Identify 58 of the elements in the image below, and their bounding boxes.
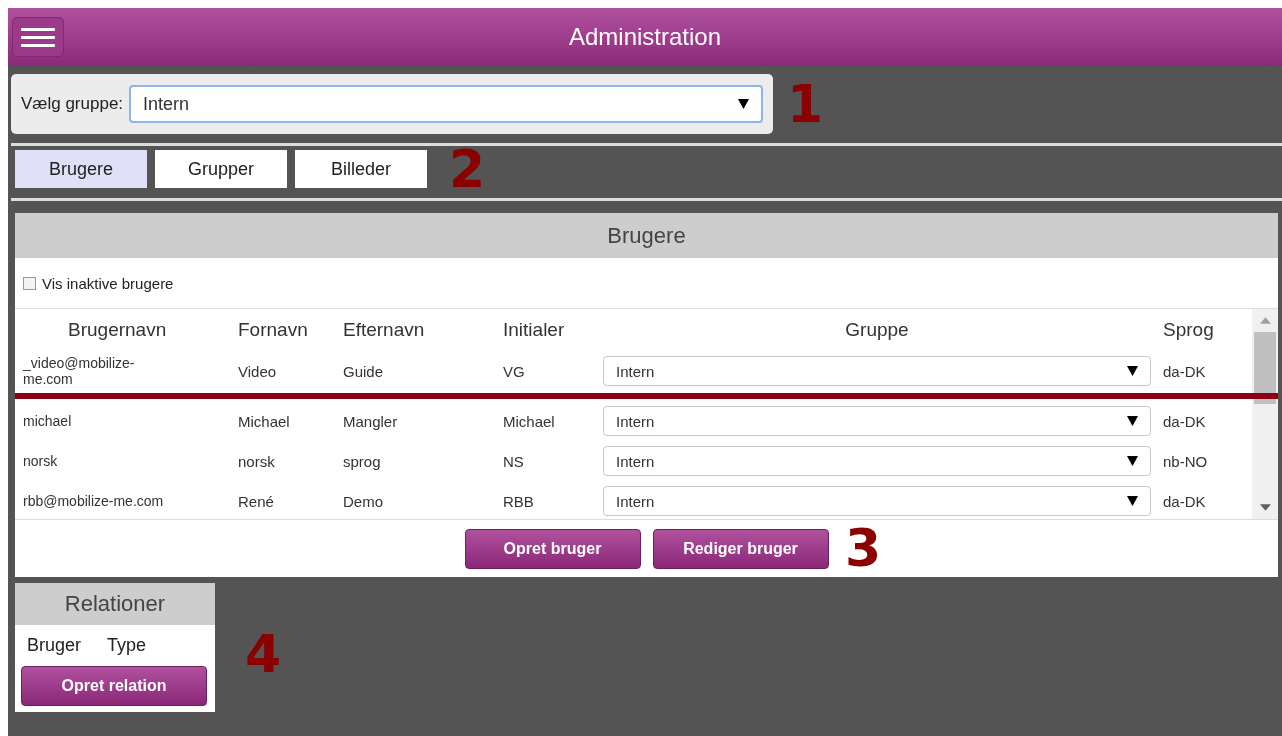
checkbox[interactable] xyxy=(23,276,36,290)
table-cell-text: sprog xyxy=(343,452,382,470)
group-select[interactable]: Intern xyxy=(603,486,1151,516)
scrollbar[interactable] xyxy=(1252,309,1278,519)
group-label: Vælg gruppe: xyxy=(21,94,124,114)
dropdown-caret-icon xyxy=(1127,496,1138,506)
table-cell-text: Michael xyxy=(503,412,556,430)
column-header: Type xyxy=(107,635,147,656)
scroll-down-icon[interactable] xyxy=(1259,504,1271,511)
group-select[interactable]: Intern xyxy=(603,356,1151,386)
checkbox-label: Vis inaktive brugere xyxy=(42,274,174,292)
panel-title: Brugere xyxy=(15,213,1278,258)
table-cell-text: da-DK xyxy=(1162,362,1207,380)
annotation-number: 3 xyxy=(845,522,882,574)
table-cell-text: Demo xyxy=(343,492,384,510)
menu-icon[interactable] xyxy=(12,17,64,57)
table-cell-text: NS xyxy=(503,452,525,470)
table-cell-text: nb-NO xyxy=(1162,452,1209,470)
table-cell-text: Guide xyxy=(343,362,385,380)
table-cell-text: VG xyxy=(503,362,526,380)
table-cell-text: rbb@mobilize-me.com xyxy=(23,492,165,510)
annotation-number: 1 xyxy=(787,78,824,130)
dropdown-caret-icon xyxy=(1127,456,1138,466)
table-cell-text: _video@mobilize-me.com xyxy=(23,354,136,388)
action-button[interactable]: Rediger bruger xyxy=(652,528,829,569)
group-select[interactable]: Intern xyxy=(603,406,1151,436)
table-cell-text: da-DK xyxy=(1162,492,1207,510)
table-cell-text: Video xyxy=(238,362,278,380)
column-header: Brugernavn xyxy=(67,319,168,341)
column-header: Efternavn xyxy=(343,319,426,341)
column-header: Bruger xyxy=(27,635,82,656)
group-select[interactable]: Intern xyxy=(603,446,1151,476)
scrollbar-thumb[interactable] xyxy=(1254,332,1276,404)
dropdown-caret-icon xyxy=(1127,366,1138,376)
table-cell-text: René xyxy=(238,492,275,510)
group-select[interactable]: Intern xyxy=(129,85,763,123)
table-cell-text: michael xyxy=(23,412,73,430)
tab[interactable]: Grupper xyxy=(155,150,287,188)
annotation-number: 2 xyxy=(449,143,486,195)
table-cell-text: norsk xyxy=(23,452,59,470)
tab[interactable]: Brugere xyxy=(15,150,147,188)
column-header: Fornavn xyxy=(238,319,309,341)
tab[interactable]: Billeder xyxy=(295,150,427,188)
table-cell-text: RBB xyxy=(503,492,535,510)
column-header: Gruppe xyxy=(844,319,910,341)
table-cell-text: norsk xyxy=(238,452,276,470)
create-relation-button[interactable]: Opret relation xyxy=(21,666,207,706)
dropdown-caret-icon xyxy=(1127,416,1138,426)
table-cell-text: Michael xyxy=(238,412,291,430)
column-header: Sprog xyxy=(1162,319,1215,341)
column-header: Initialer xyxy=(503,319,566,341)
dropdown-caret-icon xyxy=(738,99,749,109)
panel-title: Relationer xyxy=(15,583,215,625)
action-button[interactable]: Opret bruger xyxy=(464,528,641,569)
page-title: Administration xyxy=(567,23,723,51)
table-cell-text: Mangler xyxy=(343,412,399,430)
table-cell-text: da-DK xyxy=(1162,412,1207,430)
annotation-number: 4 xyxy=(245,628,282,680)
